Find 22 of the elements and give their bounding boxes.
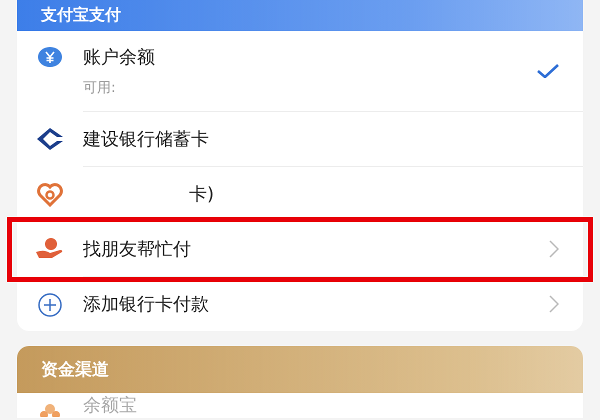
flower-icon [37,403,63,417]
payment-option[interactable]: 账户余额 可用: [17,31,583,112]
payment-option[interactable]: 卡) [17,167,583,222]
chevron-right-icon [549,240,559,258]
option-label: 添加银行卡付款 [83,293,210,316]
heart-logo-icon [37,183,63,207]
chevron-right-icon [549,295,559,313]
option-label: 卡) [189,183,216,206]
bank-logo-icon [37,128,63,150]
payment-option[interactable]: 添加银行卡付款 [17,277,583,331]
option-label: 账户余额 [83,46,156,69]
payment-option[interactable]: 找朋友帮忙付 [12,222,588,277]
payment-option[interactable]: 建设银行储蓄卡 [17,112,583,167]
section-title: 资金渠道 [41,358,109,380]
add-icon [38,293,62,317]
option-label: 余额宝 [83,395,137,417]
option-sublabel: 可用: [83,79,117,97]
option-label: 建设银行储蓄卡 [83,128,210,151]
hand-coin-icon [36,238,64,258]
section-title: 支付宝支付 [41,5,121,25]
yuan-coin-icon [38,47,62,67]
option-label: 找朋友帮忙付 [83,238,192,261]
